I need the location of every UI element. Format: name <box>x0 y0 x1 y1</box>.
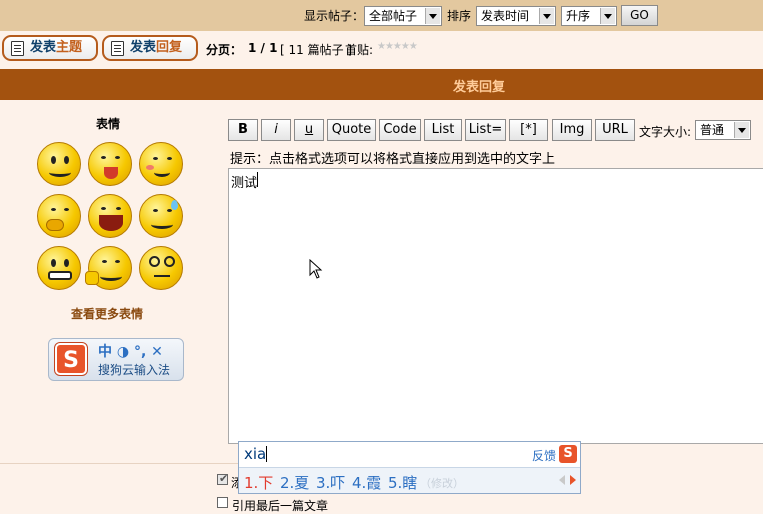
url-button[interactable]: URL <box>595 119 635 141</box>
ime-candidate-3[interactable]: 3.吓 <box>316 472 345 493</box>
ime-hidden-text: （修改） <box>420 477 464 490</box>
sogou-small-logo-icon: S <box>559 445 577 463</box>
first-post-label: 首贴: <box>345 43 374 57</box>
tongue-emoticon-icon[interactable] <box>88 142 132 186</box>
laugh-emoticon-icon[interactable] <box>88 194 132 238</box>
bold-button[interactable]: B <box>228 119 258 141</box>
chevron-down-icon <box>600 8 615 24</box>
dizzy-emoticon-icon[interactable] <box>139 246 183 290</box>
thumbs-up-emoticon-icon[interactable] <box>85 246 132 290</box>
underline-button[interactable]: u <box>294 119 324 141</box>
image-button[interactable]: Img <box>552 119 592 141</box>
grin-emoticon-icon[interactable] <box>37 246 81 290</box>
order-select[interactable]: 升序 <box>561 6 617 26</box>
document-icon <box>11 41 24 56</box>
smile-emoticon-icon[interactable] <box>37 142 81 186</box>
font-size-label: 文字大小: <box>639 125 692 139</box>
font-size-select[interactable]: 普通 <box>695 120 751 140</box>
ime-prev-page-icon[interactable] <box>559 475 565 485</box>
text-cursor <box>257 172 258 187</box>
quote-button[interactable]: Quote <box>327 119 376 141</box>
post-reply-button[interactable]: 发表回复 <box>102 35 198 61</box>
ordered-list-button[interactable]: List= <box>465 119 506 141</box>
message-textarea[interactable] <box>228 168 763 444</box>
format-hint: 提示：点击格式选项可以将格式直接应用到选中的文字上 <box>230 152 556 167</box>
list-item-button[interactable]: [*] <box>509 119 548 141</box>
blush-emoticon-icon[interactable] <box>139 142 183 186</box>
ime-input-text: xia <box>244 445 267 463</box>
option-checkbox-1[interactable]: ✔ <box>217 472 228 485</box>
new-topic-button[interactable]: 发表主题 <box>2 35 98 61</box>
sogou-logo-icon: S <box>55 343 87 375</box>
ime-feedback-link[interactable]: 反馈 <box>532 447 556 464</box>
ime-candidate-5[interactable]: 5.瞎 <box>388 472 417 493</box>
section-title: 发表回复 <box>452 80 505 95</box>
sort-label: 排序 <box>447 9 472 23</box>
ime-candidate-4[interactable]: 4.霞 <box>352 472 381 493</box>
editor-content: 测试 <box>231 176 258 191</box>
rating-stars[interactable]: ★★★★★ <box>377 41 418 52</box>
sweat-emoticon-icon[interactable] <box>139 194 183 238</box>
show-posts-select[interactable]: 全部帖子 <box>364 6 442 26</box>
more-emoticons-link[interactable]: 查看更多表情 <box>71 305 143 322</box>
quote-last-label: 引用最后一篇文章 <box>232 499 329 513</box>
emoticons-heading: 表情 <box>96 117 121 131</box>
ime-candidate-2[interactable]: 2.夏 <box>280 472 309 493</box>
sort-select[interactable]: 发表时间 <box>476 6 556 26</box>
document-icon <box>111 41 124 56</box>
chevron-down-icon <box>734 122 749 138</box>
list-button[interactable]: List <box>424 119 462 141</box>
quote-last-checkbox[interactable] <box>217 497 228 508</box>
post-count: [ 11 篇帖子 ] <box>280 43 353 57</box>
pagination-label: 分页： <box>206 43 243 57</box>
code-button[interactable]: Code <box>379 119 421 141</box>
italic-button[interactable]: i <box>261 119 291 141</box>
giggle-emoticon-icon[interactable] <box>37 194 81 238</box>
go-button[interactable]: GO <box>621 5 658 26</box>
ime-status-icons[interactable]: 中 ◑ °, ✕ <box>98 341 163 361</box>
ime-candidate-1[interactable]: 1.下 <box>244 472 273 493</box>
ime-cursor <box>266 446 267 462</box>
mouse-pointer-icon <box>309 259 323 279</box>
pagination-value: 1 / 1 <box>248 41 278 55</box>
chevron-down-icon <box>539 8 554 24</box>
chevron-down-icon <box>425 8 440 24</box>
show-posts-label: 显示帖子： <box>304 9 365 23</box>
ime-next-page-icon[interactable] <box>570 475 576 485</box>
sogou-name: 搜狗云输入法 <box>98 363 171 377</box>
